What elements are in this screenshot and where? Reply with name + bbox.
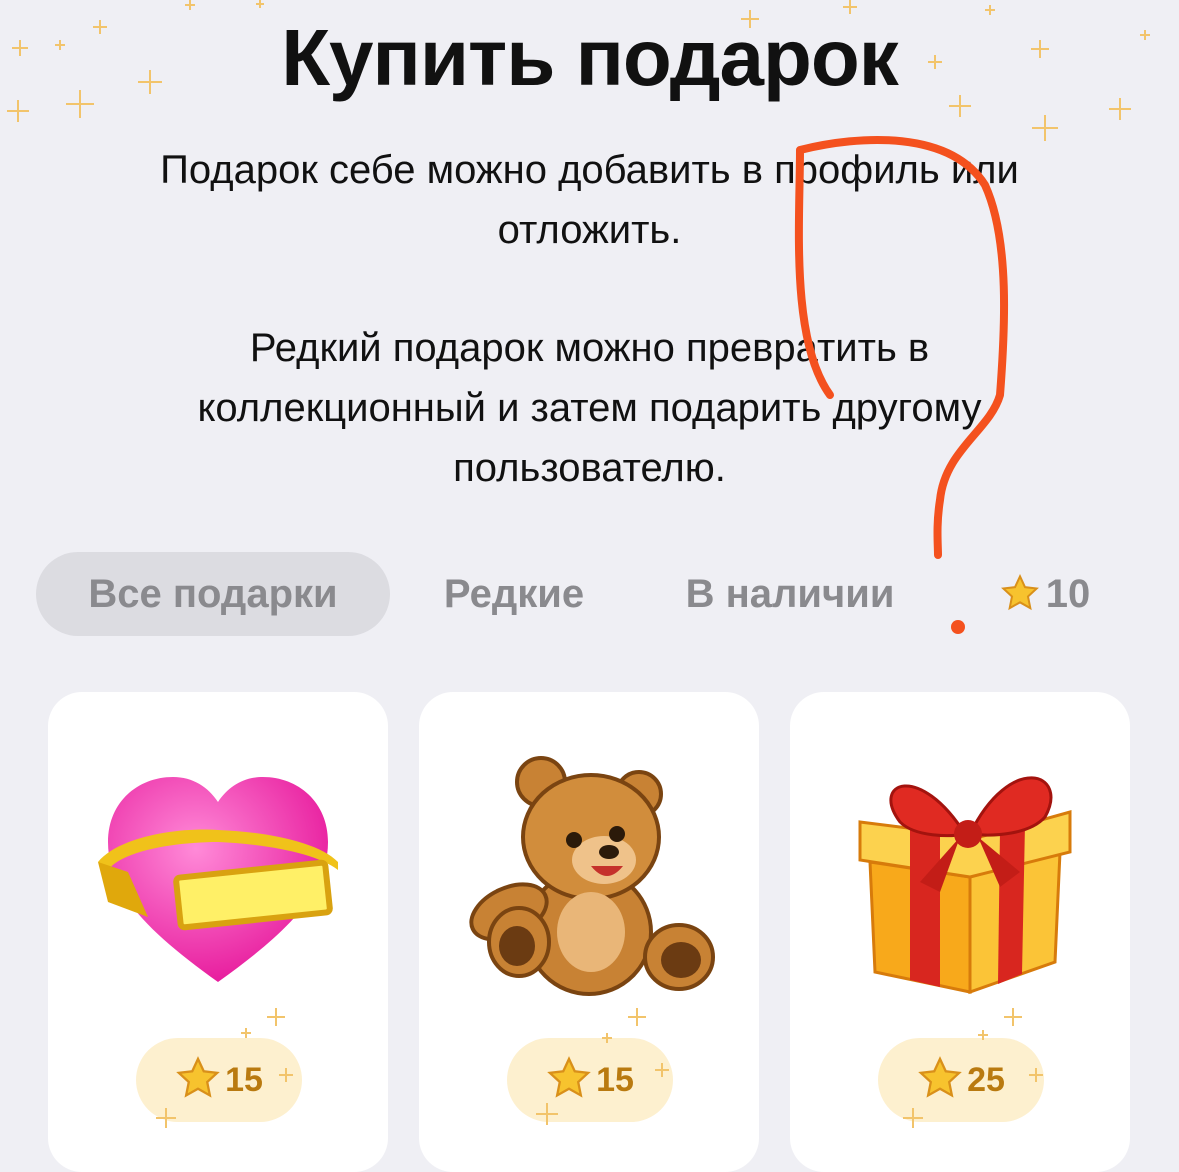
gift-price-gift-box[interactable]: 25 (878, 1008, 1044, 1128)
star-icon (918, 1056, 962, 1098)
gift-box-icon (858, 776, 1072, 995)
filter-in-stock[interactable]: В наличии (650, 552, 930, 636)
gift-price-value: 25 (967, 1061, 1005, 1099)
star-icon (1000, 573, 1039, 611)
star-filter-value: 10 (1045, 572, 1091, 616)
gift-price-heart[interactable]: 15 (136, 1008, 302, 1128)
heart-icon (98, 777, 338, 982)
description-rare-gift: Редкий подарок можно превратить в коллек… (197, 326, 982, 490)
gift-price-value: 15 (225, 1061, 263, 1099)
star-icon (176, 1056, 220, 1098)
filter-star-price[interactable]: 10 (980, 552, 1110, 636)
gift-card-heart[interactable]: 15 (48, 692, 388, 1172)
gift-filter-bar: Все подарки Редкие В наличии 10 (0, 552, 1179, 638)
page-title: Купить подарок (281, 13, 899, 102)
gift-card-teddy-bear[interactable]: 15 (419, 692, 759, 1172)
filter-rare[interactable]: Редкие (412, 552, 616, 636)
gift-card-gift-box[interactable]: 25 (790, 692, 1130, 1172)
star-icon (547, 1056, 591, 1098)
description-own-gift: Подарок себе можно добавить в профиль ил… (160, 148, 1019, 252)
gift-price-value: 15 (596, 1061, 634, 1099)
gift-price-teddy-bear[interactable]: 15 (507, 1008, 673, 1125)
filter-all-gifts[interactable]: Все подарки (36, 552, 390, 636)
gift-grid: 15 15 25 (0, 692, 1179, 1172)
teddy-bear-icon (469, 756, 715, 996)
